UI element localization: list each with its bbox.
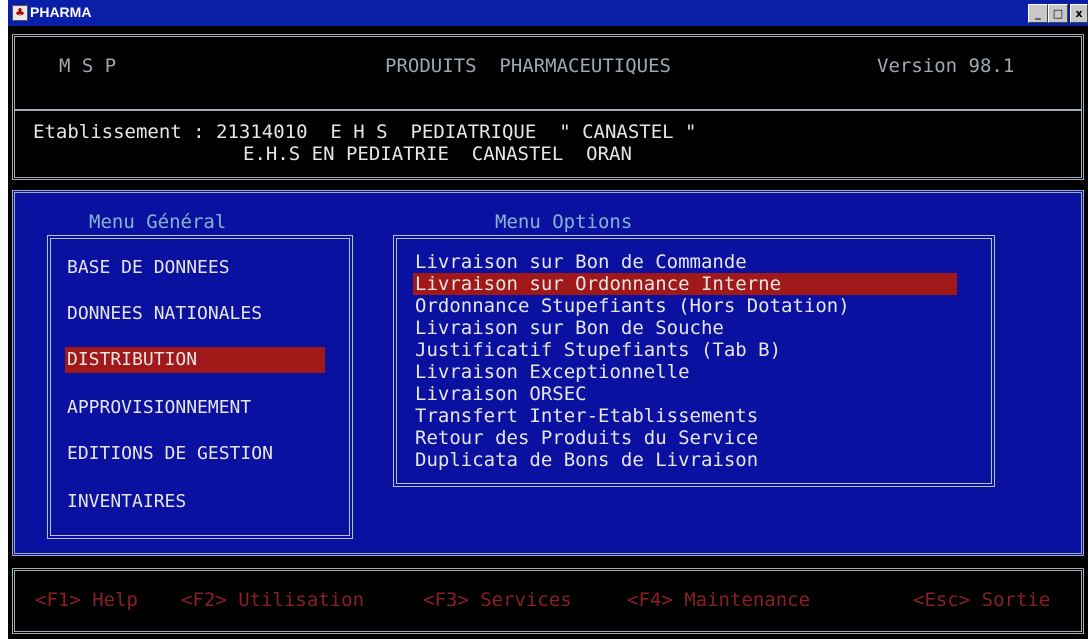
minimize-button[interactable]: _ [1028,4,1048,23]
menu-options-title: Menu Options [495,211,633,233]
option-transfert-inter-etablissements[interactable]: Transfert Inter-Etablissements [413,405,758,427]
function-key-bar: <F1> Help <F2> Utilisation <F3> Services… [12,568,1084,634]
window-title: PHARMA [30,4,92,20]
menu-item-donnees-nationales[interactable]: DONNEES NATIONALES [65,301,262,327]
option-duplicata-bons-livraison[interactable]: Duplicata de Bons de Livraison [413,449,758,471]
org-label: M S P [59,55,117,77]
option-retour-produits-service[interactable]: Retour des Produits du Service [413,427,758,449]
option-livraison-exceptionnelle[interactable]: Livraison Exceptionnelle [413,361,690,383]
main-panel: Menu Général Menu Options BASE DE DONNEE… [12,190,1084,556]
header-divider [15,109,1081,111]
option-livraison-bon-commande[interactable]: Livraison sur Bon de Commande [413,251,747,273]
f2-utilisation-key[interactable]: <F2> Utilisation [181,589,364,611]
menu-general-title: Menu Général [89,211,227,233]
menu-item-approvisionnement[interactable]: APPROVISIONNEMENT [65,395,251,421]
menu-item-base-de-donnees[interactable]: BASE DE DONNEES [65,255,230,281]
menu-general-list: BASE DE DONNEES DONNEES NATIONALES DISTR… [47,235,353,539]
product-title: PRODUITS PHARMACEUTIQUES [385,55,671,77]
version-label: Version 98.1 [877,55,1015,77]
pharma-app-icon: ♣ [12,5,28,21]
app-window: ♣ PHARMA _ □ x M S P PRODUITS PHARMACEUT… [8,0,1088,639]
esc-sortie-key[interactable]: <Esc> Sortie [913,589,1050,611]
title-bar[interactable]: ♣ PHARMA _ □ x [8,0,1088,26]
close-button[interactable]: x [1070,4,1088,23]
menu-options-list: Livraison sur Bon de Commande Livraison … [393,235,995,487]
option-ordonnance-stupefiants[interactable]: Ordonnance Stupefiants (Hors Dotation) [413,295,850,317]
option-livraison-bon-souche[interactable]: Livraison sur Bon de Souche [413,317,724,339]
menu-item-editions-de-gestion[interactable]: EDITIONS DE GESTION [65,441,273,467]
option-livraison-orsec[interactable]: Livraison ORSEC [413,383,587,405]
menu-item-inventaires[interactable]: INVENTAIRES [65,489,186,515]
menu-item-distribution[interactable]: DISTRIBUTION [65,347,325,373]
f1-help-key[interactable]: <F1> Help [35,589,138,611]
header-panel: M S P PRODUITS PHARMACEUTIQUES Version 9… [12,34,1084,180]
f3-services-key[interactable]: <F3> Services [423,589,572,611]
f4-maintenance-key[interactable]: <F4> Maintenance [627,589,810,611]
option-justificatif-stupefiants[interactable]: Justificatif Stupefiants (Tab B) [413,339,781,361]
option-livraison-ordonnance-interne[interactable]: Livraison sur Ordonnance Interne [413,273,957,295]
establishment-line-2: E.H.S EN PEDIATRIE CANASTEL ORAN [243,143,632,165]
establishment-line-1: Etablissement : 21314010 E H S PEDIATRIQ… [33,121,697,143]
maximize-button[interactable]: □ [1048,4,1068,23]
